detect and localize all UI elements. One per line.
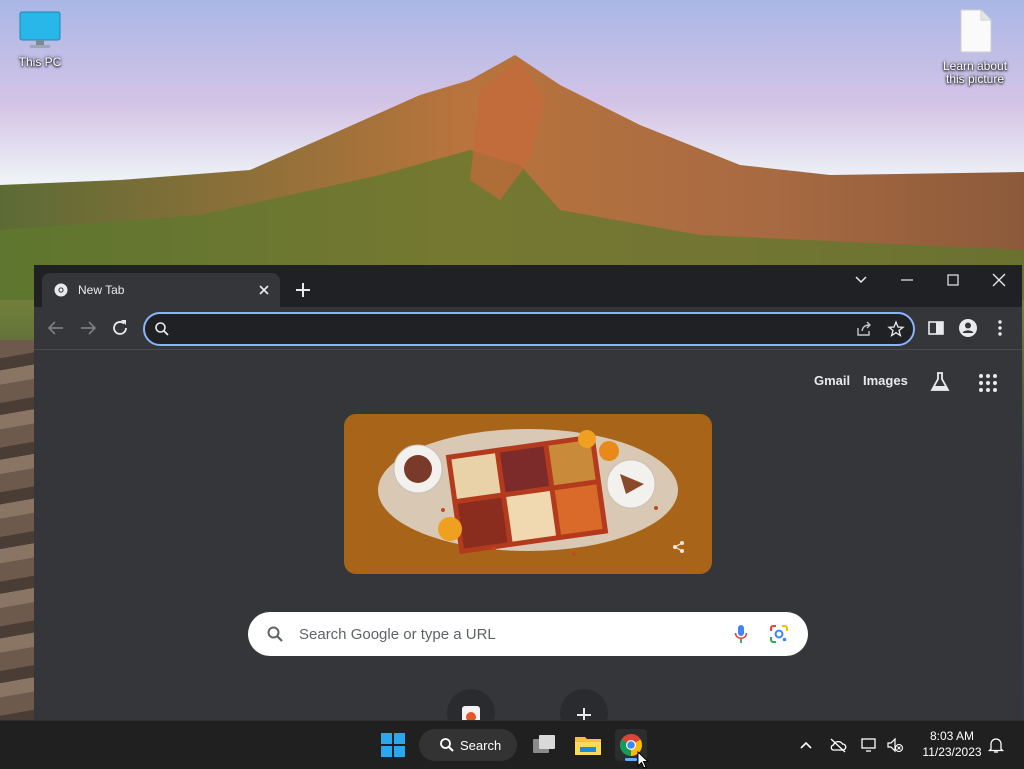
voice-search-mic-icon[interactable] bbox=[734, 624, 748, 644]
tab-strip: New Tab bbox=[34, 265, 1022, 307]
minimize-button[interactable] bbox=[897, 271, 917, 289]
shortcut-tile[interactable] bbox=[447, 689, 495, 720]
search-icon bbox=[267, 626, 283, 642]
new-tab-button[interactable] bbox=[292, 279, 314, 301]
file-explorer-icon[interactable] bbox=[572, 729, 604, 761]
system-clock[interactable]: 8:03 AM 11/23/2023 bbox=[912, 728, 992, 760]
chrome-favicon-icon bbox=[54, 283, 68, 297]
taskbar-search-button[interactable]: Search bbox=[419, 729, 517, 761]
document-icon bbox=[960, 9, 992, 53]
reload-button[interactable] bbox=[109, 317, 131, 339]
desktop-icon-label: Learn about this picture bbox=[942, 59, 1008, 86]
tab-title: New Tab bbox=[78, 283, 125, 297]
add-shortcut-button[interactable] bbox=[560, 689, 608, 720]
wallpaper-mountain bbox=[0, 0, 1024, 300]
doodle-share-icon[interactable] bbox=[672, 540, 686, 554]
google-doodle[interactable] bbox=[344, 414, 712, 574]
clock-date: 11/23/2023 bbox=[922, 745, 982, 759]
plus-icon bbox=[577, 708, 591, 720]
taskbar-search-label: Search bbox=[460, 738, 502, 753]
google-lens-icon[interactable] bbox=[769, 624, 789, 644]
tab-new-tab[interactable]: New Tab bbox=[42, 273, 280, 307]
side-panel-icon[interactable] bbox=[925, 317, 947, 339]
network-icon[interactable] bbox=[860, 736, 878, 754]
forward-button[interactable] bbox=[77, 317, 99, 339]
show-hidden-icons-chevron-icon[interactable] bbox=[797, 736, 815, 754]
desktop-icon-learn-about-picture[interactable]: Learn about this picture bbox=[935, 8, 1015, 86]
close-tab-icon[interactable] bbox=[256, 282, 272, 298]
onedrive-offline-icon[interactable] bbox=[829, 736, 847, 754]
desktop-icon-this-pc[interactable]: This PC bbox=[0, 10, 80, 69]
task-view-icon[interactable] bbox=[528, 729, 560, 761]
bookmark-star-icon[interactable] bbox=[887, 320, 905, 338]
shortcut-favicon-icon bbox=[462, 706, 480, 720]
close-window-button[interactable] bbox=[989, 271, 1009, 289]
taskbar: Search 8:03 AM 11/23/2023 bbox=[0, 720, 1024, 769]
search-icon bbox=[155, 322, 169, 336]
notifications-bell-icon[interactable] bbox=[987, 736, 1005, 754]
volume-muted-icon[interactable] bbox=[886, 736, 904, 754]
google-search-box[interactable]: Search Google or type a URL bbox=[248, 612, 808, 656]
doodle-illustration bbox=[378, 429, 678, 556]
tab-search-chevron-icon[interactable] bbox=[851, 271, 871, 289]
toolbar-divider bbox=[34, 349, 1022, 350]
back-button[interactable] bbox=[45, 317, 67, 339]
mouse-cursor-icon bbox=[637, 751, 649, 769]
share-icon[interactable] bbox=[855, 320, 873, 338]
apps-grid-icon[interactable] bbox=[976, 371, 1000, 395]
chrome-window: New Tab Gmail Images Search Google or ty… bbox=[34, 265, 1022, 720]
profile-avatar-icon[interactable] bbox=[957, 317, 979, 339]
address-input[interactable] bbox=[175, 318, 819, 342]
start-button-windows-icon[interactable] bbox=[377, 729, 409, 761]
images-link[interactable]: Images bbox=[863, 373, 908, 388]
address-bar[interactable] bbox=[143, 312, 915, 346]
labs-flask-icon[interactable] bbox=[928, 370, 952, 394]
maximize-button[interactable] bbox=[943, 271, 963, 289]
clock-time: 8:03 AM bbox=[929, 729, 975, 743]
more-menu-icon[interactable] bbox=[989, 317, 1011, 339]
search-placeholder: Search Google or type a URL bbox=[299, 626, 496, 643]
wallpaper-rocks bbox=[0, 340, 34, 720]
toolbar bbox=[34, 307, 1022, 349]
search-icon bbox=[440, 738, 454, 752]
desktop-icon-label: This PC bbox=[18, 55, 62, 69]
gmail-link[interactable]: Gmail bbox=[814, 373, 850, 388]
monitor-icon bbox=[19, 11, 61, 48]
